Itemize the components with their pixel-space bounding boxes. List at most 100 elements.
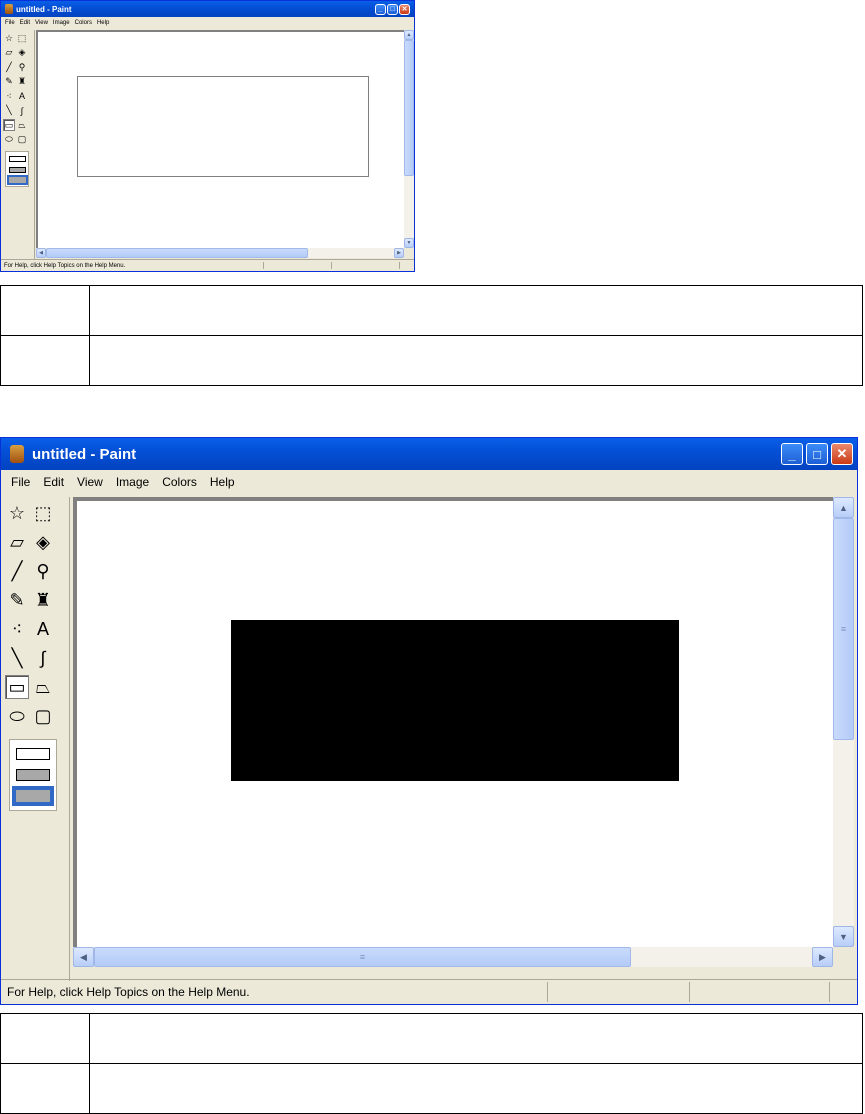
menu-file[interactable]: File [11,475,30,489]
horizontal-scroll-thumb[interactable] [46,248,308,258]
drawing-canvas[interactable] [77,501,833,947]
minimize-button[interactable]: _ [781,443,803,465]
document-table-bottom [0,1013,863,1114]
scroll-right-button[interactable]: ▶ [394,248,404,258]
table-row [0,335,863,386]
close-button[interactable]: ✕ [831,443,853,465]
menu-bar: File Edit View Image Colors Help [1,470,857,494]
fill-only-option[interactable] [7,175,28,185]
rect-select-icon[interactable]: ⬚ [16,32,28,44]
polygon-icon[interactable]: ⏢ [16,119,28,131]
menu-view[interactable]: View [77,475,103,489]
vertical-scrollbar[interactable]: ▲ ≡ ▼ [833,497,854,947]
rectangle-icon[interactable]: ▭ [5,675,29,699]
line-icon[interactable]: ╲ [5,646,29,670]
horizontal-scrollbar[interactable]: ◀ ▶ [36,248,404,258]
document-table-top [0,285,863,386]
outline-fill-option[interactable] [16,769,50,781]
menu-edit[interactable]: Edit [43,475,64,489]
paint-window-top: untitled - Paint _ □ ✕ File Edit View Im… [0,0,415,272]
color-picker-icon[interactable]: ╱ [3,61,15,73]
menu-image[interactable]: Image [116,475,149,489]
menu-file[interactable]: File [5,20,15,26]
menu-image[interactable]: Image [53,20,70,26]
ellipse-icon[interactable]: ⬭ [3,134,15,146]
eraser-icon[interactable]: ▱ [5,530,29,554]
table-row [0,285,863,336]
line-icon[interactable]: ╲ [3,105,15,117]
rounded-rect-icon[interactable]: ▢ [31,704,55,728]
vertical-scrollbar[interactable]: ▲ ▼ [404,30,414,248]
paint-app-icon [10,445,24,463]
rect-select-icon[interactable]: ⬚ [31,501,55,525]
scroll-up-button[interactable]: ▲ [404,30,414,40]
brush-icon[interactable]: ♜ [31,588,55,612]
paint-app-icon [5,4,13,14]
table-cell [0,1063,90,1114]
table-cell [89,1063,863,1114]
scroll-down-button[interactable]: ▼ [404,238,414,248]
table-cell [89,335,863,386]
vertical-scroll-thumb[interactable]: ≡ [833,518,854,740]
outline-option[interactable] [9,156,26,162]
outline-fill-option[interactable] [9,166,26,173]
menu-colors[interactable]: Colors [75,20,92,26]
pencil-icon[interactable]: ✎ [5,588,29,612]
drawn-rectangle [77,76,369,177]
scroll-up-button[interactable]: ▲ [833,497,854,518]
close-button[interactable]: ✕ [399,3,410,15]
curve-icon[interactable]: ∫ [31,646,55,670]
menu-bar: File Edit View Image Colors Help [1,17,414,28]
outline-option[interactable] [16,748,50,760]
drawn-rectangle [231,620,679,781]
text-tool-icon[interactable]: A [31,617,55,641]
magnifier-icon[interactable]: ⚲ [16,61,28,73]
curve-icon[interactable]: ∫ [16,105,28,117]
horizontal-scroll-thumb[interactable]: ≡ [94,947,631,967]
title-bar: untitled - Paint _ □ ✕ [1,1,414,17]
menu-view[interactable]: View [35,20,48,26]
menu-edit[interactable]: Edit [20,20,30,26]
fill-bucket-icon[interactable]: ◈ [31,530,55,554]
polygon-icon[interactable]: ⏢ [31,675,55,699]
menu-colors[interactable]: Colors [162,475,197,489]
free-form-select-icon[interactable]: ☆ [5,501,29,525]
color-picker-icon[interactable]: ╱ [5,559,29,583]
rectangle-icon[interactable]: ▭ [3,119,15,131]
ellipse-icon[interactable]: ⬭ [5,704,29,728]
fill-only-option[interactable] [12,786,54,806]
pencil-icon[interactable]: ✎ [3,76,15,88]
table-row [0,1013,863,1064]
scroll-left-button[interactable]: ◀ [73,947,94,967]
horizontal-scrollbar[interactable]: ◀ ≡ ▶ [73,947,833,967]
canvas-area [73,497,833,947]
table-cell [0,285,90,336]
airbrush-icon[interactable]: ⁖ [3,90,15,102]
paint-window-bottom: untitled - Paint _ □ ✕ File Edit View Im… [0,437,858,1005]
fill-bucket-icon[interactable]: ◈ [16,47,28,59]
eraser-icon[interactable]: ▱ [3,47,15,59]
scroll-down-button[interactable]: ▼ [833,926,854,947]
canvas-area [36,30,404,248]
scroll-left-button[interactable]: ◀ [36,248,46,258]
status-text: For Help, click Help Topics on the Help … [7,985,250,999]
menu-help[interactable]: Help [210,475,235,489]
magnifier-icon[interactable]: ⚲ [31,559,55,583]
brush-icon[interactable]: ♜ [16,76,28,88]
free-form-select-icon[interactable]: ☆ [3,32,15,44]
rounded-rect-icon[interactable]: ▢ [16,134,28,146]
menu-help[interactable]: Help [97,20,109,26]
drawing-canvas[interactable] [38,32,404,248]
fill-style-options [9,739,57,811]
toolbox: ☆ ⬚ ▱ ◈ ╱ ⚲ ✎ ♜ ⁖ A ╲ ∫ ▭ ⏢ ⬭ ▢ [1,30,35,260]
table-row [0,1063,863,1114]
airbrush-icon[interactable]: ⁖ [5,617,29,641]
vertical-scroll-thumb[interactable] [404,40,414,176]
maximize-button[interactable]: □ [387,3,398,15]
text-tool-icon[interactable]: A [16,90,28,102]
minimize-button[interactable]: _ [375,3,386,15]
window-title: untitled - Paint [32,445,137,463]
scroll-right-button[interactable]: ▶ [812,947,833,967]
table-cell [0,1013,90,1064]
maximize-button[interactable]: □ [806,443,828,465]
